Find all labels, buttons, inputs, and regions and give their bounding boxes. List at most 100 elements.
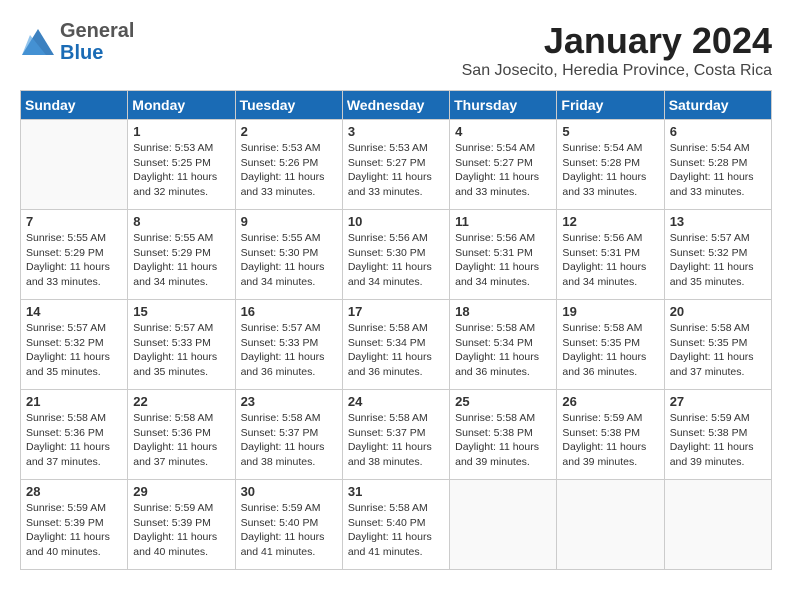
day-number: 13 [670,214,766,229]
day-number: 1 [133,124,229,139]
day-info: Sunrise: 5:59 AMSunset: 5:40 PMDaylight:… [241,501,337,560]
day-number: 22 [133,394,229,409]
page-header: General Blue January 2024 San Josecito, … [20,20,772,80]
day-info: Sunrise: 5:54 AMSunset: 5:28 PMDaylight:… [670,141,766,200]
day-cell-3: 3 Sunrise: 5:53 AMSunset: 5:27 PMDaylight… [342,120,449,210]
column-header-friday: Friday [557,91,664,120]
day-cell-18: 18Sunrise: 5:58 AMSunset: 5:34 PMDayligh… [450,300,557,390]
day-info: Sunrise: 5:58 AMSunset: 5:37 PMDaylight:… [241,411,337,470]
day-number: 20 [670,304,766,319]
week-row-3: 14 Sunrise: 5:57 AMSunset: 5:32 PMDayligh… [21,300,772,390]
column-header-wednesday: Wednesday [342,91,449,120]
calendar-header: SundayMondayTuesdayWednesdayThursdayFrid… [21,91,772,120]
day-cell-21: 21 Sunrise: 5:58 AMSunset: 5:36 PMDayligh… [21,390,128,480]
day-cell-11: 11Sunrise: 5:56 AMSunset: 5:31 PMDayligh… [450,210,557,300]
week-row-2: 7Sunrise: 5:55 AMSunset: 5:29 PMDaylight… [21,210,772,300]
day-number: 8 [133,214,229,229]
day-number: 14 [26,304,122,319]
day-info: Sunrise: 5:57 AMSunset: 5:33 PMDaylight:… [133,321,229,380]
empty-cell [450,480,557,570]
day-info: Sunrise: 5:59 AMSunset: 5:39 PMDaylight:… [26,501,122,560]
day-info: Sunrise: 5:53 AMSunset: 5:27 PMDaylight:… [348,141,444,200]
day-number: 9 [241,214,337,229]
day-cell-22: 22 Sunrise: 5:58 AMSunset: 5:36 PMDayligh… [128,390,235,480]
day-number: 5 [562,124,658,139]
day-number: 24 [348,394,444,409]
day-cell-4: 4 Sunrise: 5:54 AMSunset: 5:27 PMDaylight… [450,120,557,210]
day-cell-31: 31Sunrise: 5:58 AMSunset: 5:40 PMDayligh… [342,480,449,570]
day-number: 25 [455,394,551,409]
day-number: 21 [26,394,122,409]
logo: General Blue [20,20,134,64]
logo-icon [20,27,56,57]
day-cell-15: 15 Sunrise: 5:57 AMSunset: 5:33 PMDayligh… [128,300,235,390]
empty-cell [21,120,128,210]
day-cell-23: 23 Sunrise: 5:58 AMSunset: 5:37 PMDayligh… [235,390,342,480]
day-info: Sunrise: 5:53 AMSunset: 5:25 PMDaylight:… [133,141,229,200]
day-info: Sunrise: 5:55 AMSunset: 5:30 PMDaylight:… [241,231,337,290]
day-cell-16: 16 Sunrise: 5:57 AMSunset: 5:33 PMDayligh… [235,300,342,390]
day-number: 26 [562,394,658,409]
day-info: Sunrise: 5:58 AMSunset: 5:37 PMDaylight:… [348,411,444,470]
day-info: Sunrise: 5:58 AMSunset: 5:34 PMDaylight:… [455,321,551,380]
day-number: 28 [26,484,122,499]
empty-cell [557,480,664,570]
day-info: Sunrise: 5:58 AMSunset: 5:36 PMDaylight:… [26,411,122,470]
day-number: 23 [241,394,337,409]
day-number: 17 [348,304,444,319]
day-info: Sunrise: 5:59 AMSunset: 5:38 PMDaylight:… [670,411,766,470]
day-cell-12: 12 Sunrise: 5:56 AMSunset: 5:31 PMDayligh… [557,210,664,300]
day-info: Sunrise: 5:57 AMSunset: 5:33 PMDaylight:… [241,321,337,380]
day-info: Sunrise: 5:57 AMSunset: 5:32 PMDaylight:… [670,231,766,290]
day-number: 16 [241,304,337,319]
calendar: SundayMondayTuesdayWednesdayThursdayFrid… [20,90,772,570]
day-number: 30 [241,484,337,499]
week-row-1: 1 Sunrise: 5:53 AMSunset: 5:25 PMDaylight… [21,120,772,210]
day-cell-7: 7Sunrise: 5:55 AMSunset: 5:29 PMDaylight… [21,210,128,300]
day-cell-5: 5 Sunrise: 5:54 AMSunset: 5:28 PMDaylight… [557,120,664,210]
day-number: 10 [348,214,444,229]
logo-blue: Blue [60,42,134,64]
day-info: Sunrise: 5:57 AMSunset: 5:32 PMDaylight:… [26,321,122,380]
day-cell-13: 13 Sunrise: 5:57 AMSunset: 5:32 PMDayligh… [664,210,771,300]
day-info: Sunrise: 5:56 AMSunset: 5:31 PMDaylight:… [562,231,658,290]
day-info: Sunrise: 5:56 AMSunset: 5:31 PMDaylight:… [455,231,551,290]
title-section: January 2024 San Josecito, Heredia Provi… [462,20,772,80]
column-header-thursday: Thursday [450,91,557,120]
location: San Josecito, Heredia Province, Costa Ri… [462,62,772,80]
month-title: January 2024 [462,20,772,62]
day-number: 3 [348,124,444,139]
day-cell-24: 24 Sunrise: 5:58 AMSunset: 5:37 PMDayligh… [342,390,449,480]
week-row-4: 21 Sunrise: 5:58 AMSunset: 5:36 PMDayligh… [21,390,772,480]
day-info: Sunrise: 5:53 AMSunset: 5:26 PMDaylight:… [241,141,337,200]
day-number: 7 [26,214,122,229]
day-cell-30: 30 Sunrise: 5:59 AMSunset: 5:40 PMDayligh… [235,480,342,570]
day-number: 12 [562,214,658,229]
day-info: Sunrise: 5:58 AMSunset: 5:35 PMDaylight:… [670,321,766,380]
day-cell-27: 27Sunrise: 5:59 AMSunset: 5:38 PMDayligh… [664,390,771,480]
day-cell-2: 2Sunrise: 5:53 AMSunset: 5:26 PMDaylight… [235,120,342,210]
day-info: Sunrise: 5:59 AMSunset: 5:38 PMDaylight:… [562,411,658,470]
day-cell-29: 29Sunrise: 5:59 AMSunset: 5:39 PMDayligh… [128,480,235,570]
day-info: Sunrise: 5:58 AMSunset: 5:34 PMDaylight:… [348,321,444,380]
day-info: Sunrise: 5:58 AMSunset: 5:36 PMDaylight:… [133,411,229,470]
day-number: 6 [670,124,766,139]
day-info: Sunrise: 5:58 AMSunset: 5:38 PMDaylight:… [455,411,551,470]
day-info: Sunrise: 5:54 AMSunset: 5:28 PMDaylight:… [562,141,658,200]
empty-cell [664,480,771,570]
day-cell-20: 20 Sunrise: 5:58 AMSunset: 5:35 PMDayligh… [664,300,771,390]
day-cell-26: 26 Sunrise: 5:59 AMSunset: 5:38 PMDayligh… [557,390,664,480]
logo-general: General [60,20,134,42]
day-number: 31 [348,484,444,499]
day-info: Sunrise: 5:58 AMSunset: 5:35 PMDaylight:… [562,321,658,380]
day-number: 15 [133,304,229,319]
day-number: 4 [455,124,551,139]
day-info: Sunrise: 5:54 AMSunset: 5:27 PMDaylight:… [455,141,551,200]
day-cell-8: 8Sunrise: 5:55 AMSunset: 5:29 PMDaylight… [128,210,235,300]
column-header-tuesday: Tuesday [235,91,342,120]
day-cell-10: 10Sunrise: 5:56 AMSunset: 5:30 PMDayligh… [342,210,449,300]
day-info: Sunrise: 5:59 AMSunset: 5:39 PMDaylight:… [133,501,229,560]
day-cell-1: 1 Sunrise: 5:53 AMSunset: 5:25 PMDaylight… [128,120,235,210]
week-row-5: 28 Sunrise: 5:59 AMSunset: 5:39 PMDayligh… [21,480,772,570]
column-header-sunday: Sunday [21,91,128,120]
